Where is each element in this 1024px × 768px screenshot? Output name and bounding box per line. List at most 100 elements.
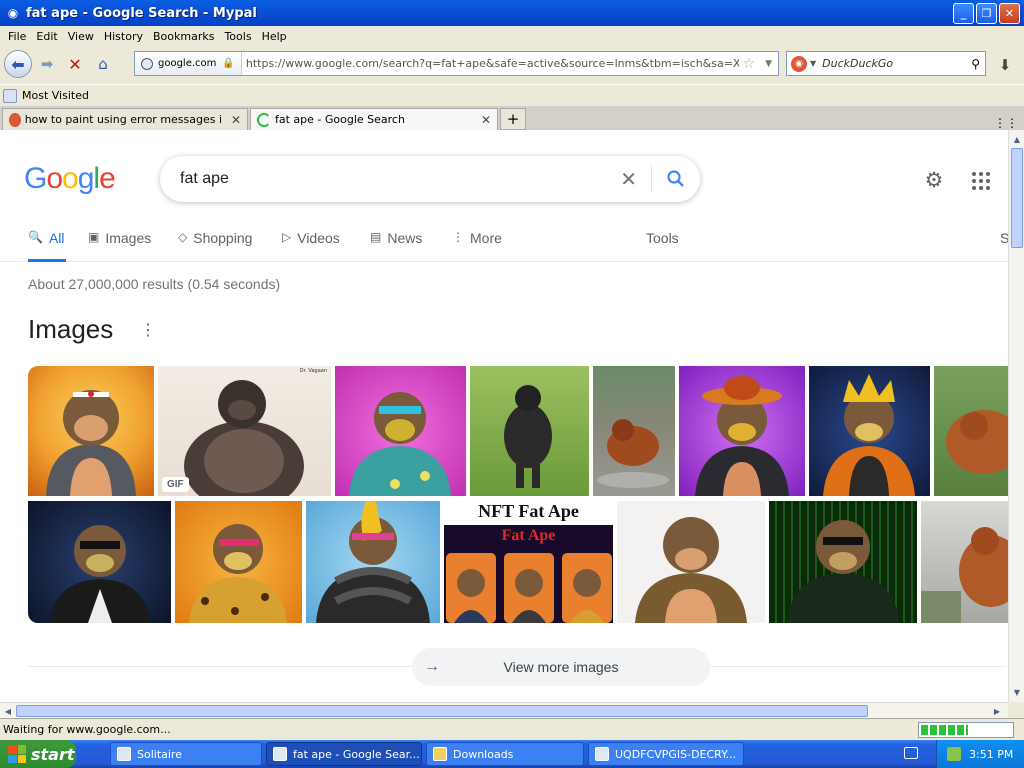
tab-shopping[interactable]: ◇ Shopping [178,230,252,262]
image-result[interactable] [769,501,917,623]
task-label: Downloads [453,747,514,761]
site-identity-button[interactable]: google.com 🔒 [135,52,242,75]
taskbar-item-solitaire[interactable]: Solitaire [110,742,262,766]
tab-images[interactable]: ▣ Images [88,230,151,262]
image-result[interactable] [617,501,765,623]
engine-dropdown-icon[interactable]: ▼ [810,59,816,68]
url-text[interactable]: https://www.google.com/search?q=fat+ape&… [242,57,739,70]
home-button[interactable]: ⌂ [90,51,116,77]
close-button[interactable]: ✕ [999,2,1020,24]
tab-strip: how to paint using error messages in win… [0,106,1024,130]
tools-button[interactable]: Tools [646,230,679,262]
view-more-images-button[interactable]: → View more images [412,648,710,686]
image-result[interactable] [809,366,930,496]
search-query[interactable]: fat ape [160,170,606,188]
images-more-options-icon[interactable]: ⋮ [140,320,156,339]
settings-gear-icon[interactable]: ⚙ [922,168,946,192]
status-text: Waiting for www.google.com... [3,723,171,736]
taskbar-item-browser[interactable]: fat ape - Google Sear... [266,742,422,766]
tab-all[interactable]: 🔍 All [28,230,66,262]
back-button[interactable]: ⬅ [4,50,32,78]
tab-videos[interactable]: ▷ Videos [282,230,340,262]
image-result[interactable] [335,366,466,496]
bookmark-star-icon[interactable]: ☆ [739,56,760,72]
menu-view[interactable]: View [63,30,99,43]
menu-tools[interactable]: Tools [219,30,256,43]
image-result[interactable] [679,366,805,496]
image-result[interactable] [175,501,302,623]
horizontal-scroll-thumb[interactable] [16,705,868,717]
apps-grid-icon[interactable] [970,170,992,192]
image-result[interactable]: NFT Fat Ape Fat Ape [444,501,613,623]
taskbar-item-downloads[interactable]: Downloads [426,742,584,766]
images-heading: Images [28,314,114,344]
google-search-box[interactable]: fat ape ✕ [160,156,700,202]
vertical-scrollbar[interactable]: ▲ ▼ [1008,130,1024,702]
tab-more-label: More [470,230,502,246]
image-result[interactable] [470,366,589,496]
ape-illustration [189,524,287,623]
minimize-button[interactable]: _ [953,2,974,24]
search-submit-icon[interactable] [652,169,700,189]
title-bar[interactable]: ◉ fat ape - Google Search - Mypal _ ❐ ✕ [0,0,1024,26]
downloads-icon[interactable]: ⬇ [994,54,1016,76]
tab-news[interactable]: ▤ News [370,230,422,262]
more-vert-icon: ⋮ [452,230,464,244]
loading-spinner-icon [257,112,271,127]
menu-bookmarks[interactable]: Bookmarks [148,30,219,43]
web-search-placeholder[interactable]: DuckDuckGo [822,57,971,70]
start-button[interactable]: start [0,740,76,768]
tab-close-icon[interactable]: ✕ [481,113,491,127]
loading-progress-bar [918,722,1014,738]
tab-close-icon[interactable]: ✕ [231,113,241,127]
image-result[interactable] [306,501,440,623]
image-result[interactable] [28,501,171,623]
scroll-right-icon[interactable]: ▶ [990,704,1004,718]
url-dropdown-icon[interactable]: ▼ [759,59,778,69]
status-bar: Waiting for www.google.com... [0,718,1024,740]
url-bar[interactable]: google.com 🔒 https://www.google.com/sear… [134,51,779,76]
menu-file[interactable]: File [3,30,31,43]
logo-letter: G [24,162,47,195]
scroll-up-icon[interactable]: ▲ [1010,132,1024,146]
keyboard-icon[interactable] [904,747,918,759]
tab-more[interactable]: ⋮ More [452,230,502,262]
image-result[interactable] [28,366,154,496]
search-tabs: 🔍 All ▣ Images ◇ Shopping ▷ Videos ▤ News ⋮ Mo… [0,226,1008,262]
tab-fat-ape-search[interactable]: fat ape - Google Search ✕ [250,108,498,130]
clock[interactable]: 3:51 PM [969,748,1013,761]
menu-help[interactable]: Help [257,30,292,43]
maximize-button[interactable]: ❐ [976,2,997,24]
clear-search-icon[interactable]: ✕ [606,167,651,191]
web-search-box[interactable]: ◉ ▼ DuckDuckGo ⚲ [786,51,986,76]
navigation-toolbar: ⬅ ➡ ✕ ⌂ google.com 🔒 https://www.google.… [0,46,1024,82]
horizontal-scrollbar[interactable]: ◀ ▶ [0,702,1008,718]
tab-title: fat ape - Google Search [275,113,405,126]
tab-paint-error-messages[interactable]: how to paint using error messages in win… [2,108,248,130]
scroll-down-icon[interactable]: ▼ [1010,685,1024,699]
image-result-gif[interactable]: Dr. Vagaan GIF [158,366,331,496]
vertical-scroll-thumb[interactable] [1011,148,1023,248]
image-result[interactable] [921,501,1008,623]
view-more-label: View more images [503,659,619,675]
google-logo[interactable]: Google [24,162,116,196]
forward-button[interactable]: ➡ [34,51,60,77]
duckduckgo-icon[interactable]: ◉ [791,55,807,72]
tray-app-icon[interactable] [947,747,961,761]
web-search-icon[interactable]: ⚲ [971,57,985,71]
bookmark-most-visited[interactable]: Most Visited [22,89,89,102]
tab-list-icon[interactable]: ⋮⋮ [994,116,1018,130]
new-tab-button[interactable]: + [500,108,526,130]
menu-history[interactable]: History [99,30,148,43]
bookmarks-toolbar: Most Visited [0,84,1024,106]
start-label: start [31,744,75,764]
stop-button[interactable]: ✕ [62,51,88,77]
image-result[interactable] [934,366,1008,496]
taskbar-item-document[interactable]: UQDFCVPGIS-DECRY... [588,742,744,766]
ape-illustration [695,376,789,496]
scroll-left-icon[interactable]: ◀ [1,704,15,718]
safesearch-button[interactable]: S [1000,230,1008,262]
menu-edit[interactable]: Edit [31,30,62,43]
gif-badge: GIF [162,477,189,492]
image-result[interactable] [593,366,675,496]
